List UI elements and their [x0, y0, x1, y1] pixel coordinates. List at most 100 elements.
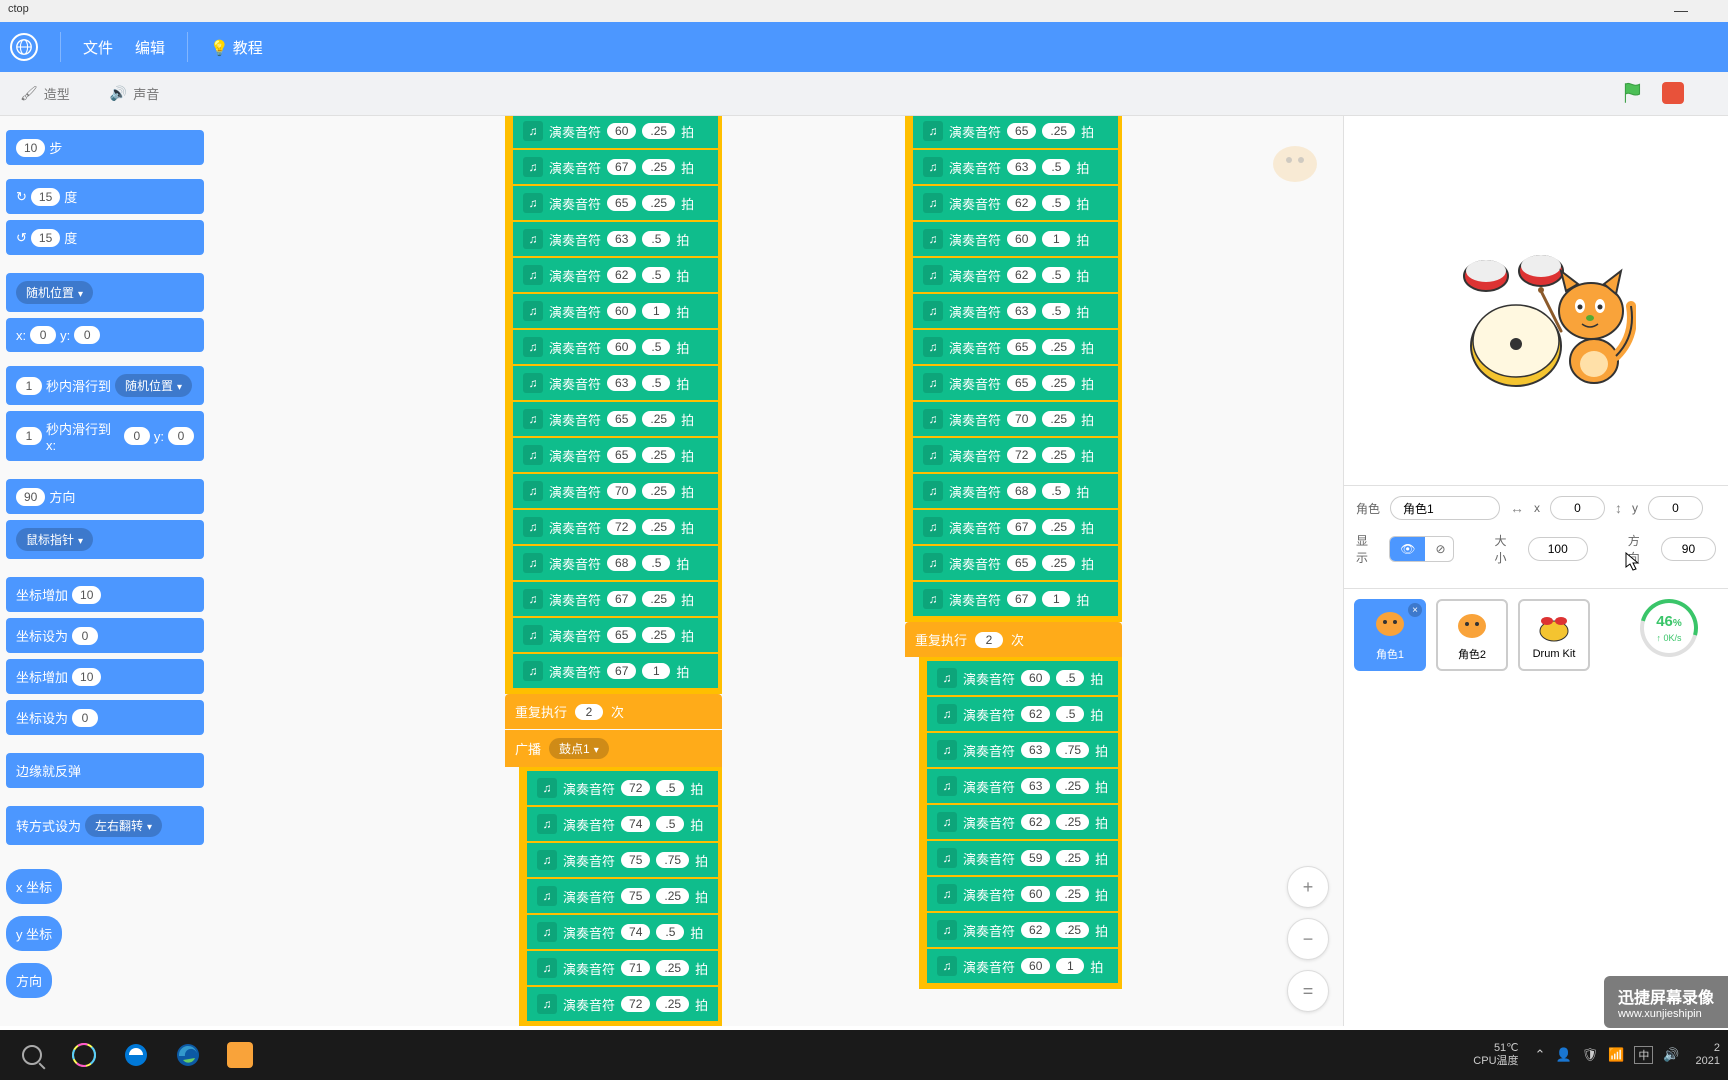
taskbar-scratch[interactable] [216, 1034, 264, 1076]
sprite-direction-input[interactable] [1661, 537, 1716, 561]
system-tray[interactable]: ⌃ 👤 🛡 📶 中 🔊 [1535, 1046, 1680, 1064]
sprite-item-3[interactable]: Drum Kit [1518, 599, 1590, 671]
taskbar-search[interactable] [8, 1034, 56, 1076]
sprite-item-1[interactable]: × 角色1 [1354, 599, 1426, 671]
block-change-x[interactable]: 坐标增加10 [6, 577, 204, 612]
play-note-block[interactable]: ♫ 演奏音符 65 .25 拍 [513, 402, 718, 436]
script-stack-2[interactable]: ♫ 演奏音符 65 .25 拍 ♫ 演奏音符 63 .5 拍 ♫ 演奏音符 62… [905, 116, 1122, 989]
play-note-block[interactable]: ♫ 演奏音符 65 .25 拍 [913, 546, 1118, 580]
play-note-block[interactable]: ♫ 演奏音符 75 .25 拍 [527, 879, 718, 913]
block-goto-random[interactable]: 随机位置 [6, 273, 204, 312]
play-note-block[interactable]: ♫ 演奏音符 70 .25 拍 [913, 402, 1118, 436]
sprite-item-2[interactable]: 角色2 [1436, 599, 1508, 671]
menu-tutorial[interactable]: 教程 [210, 37, 263, 58]
play-note-block[interactable]: ♫ 演奏音符 63 .5 拍 [513, 222, 718, 256]
sprite-y-input[interactable] [1648, 496, 1703, 520]
block-turn-left[interactable]: ↺15度 [6, 220, 204, 255]
globe-icon[interactable] [10, 33, 38, 61]
sprite-x-input[interactable] [1550, 496, 1605, 520]
play-note-block[interactable]: ♫ 演奏音符 62 .25 拍 [927, 805, 1118, 839]
sprite-size-input[interactable] [1528, 537, 1588, 561]
block-rotation-style[interactable]: 转方式设为左右翻转 [6, 806, 204, 845]
block-turn-right[interactable]: ↻15度 [6, 179, 204, 214]
play-note-block[interactable]: ♫ 演奏音符 60 .5 拍 [513, 330, 718, 364]
play-note-block[interactable]: ♫ 演奏音符 68 .5 拍 [913, 474, 1118, 508]
play-note-block[interactable]: ♫ 演奏音符 63 .75 拍 [927, 733, 1118, 767]
zoom-in-button[interactable]: + [1287, 866, 1329, 908]
hide-button[interactable]: ⊘ [1425, 537, 1454, 561]
play-note-block[interactable]: ♫ 演奏音符 68 .5 拍 [513, 546, 718, 580]
block-change-y[interactable]: 坐标增加10 [6, 659, 204, 694]
block-set-x[interactable]: 坐标设为0 [6, 618, 204, 653]
block-glide-random[interactable]: 1秒内滑行到随机位置 [6, 366, 204, 405]
play-note-block[interactable]: ♫ 演奏音符 63 .5 拍 [913, 294, 1118, 328]
play-note-block[interactable]: ♫ 演奏音符 67 1 拍 [513, 654, 718, 688]
play-note-block[interactable]: ♫ 演奏音符 63 .5 拍 [513, 366, 718, 400]
taskbar-edge[interactable] [164, 1034, 212, 1076]
play-note-block[interactable]: ♫ 演奏音符 60 .5 拍 [927, 661, 1118, 695]
stop-button[interactable] [1662, 82, 1684, 104]
reporter-x-position[interactable]: x 坐标 [6, 869, 62, 904]
reporter-direction[interactable]: 方向 [6, 963, 52, 998]
tray-shield-icon[interactable]: 🛡 [1582, 1047, 1599, 1063]
script-stack-1[interactable]: ♫ 演奏音符 60 .25 拍 ♫ 演奏音符 67 .25 拍 ♫ 演奏音符 6… [505, 116, 722, 1026]
play-note-block[interactable]: ♫ 演奏音符 60 1 拍 [927, 949, 1118, 983]
play-note-block[interactable]: ♫ 演奏音符 71 .25 拍 [527, 951, 718, 985]
taskbar-app-1[interactable] [60, 1034, 108, 1076]
sprite-name-input[interactable] [1390, 496, 1500, 520]
menu-edit[interactable]: 编辑 [135, 37, 165, 58]
zoom-out-button[interactable]: − [1287, 918, 1329, 960]
play-note-block[interactable]: ♫ 演奏音符 67 .25 拍 [913, 510, 1118, 544]
show-button[interactable]: 👁 [1390, 537, 1425, 561]
play-note-block[interactable]: ♫ 演奏音符 70 .25 拍 [513, 474, 718, 508]
play-note-block[interactable]: ♫ 演奏音符 72 .5 拍 [527, 771, 718, 805]
broadcast-block[interactable]: 广播鼓点1 [505, 730, 722, 767]
tab-sounds[interactable]: 🔊声音 [90, 74, 179, 113]
workspace[interactable]: ♫ 演奏音符 60 .25 拍 ♫ 演奏音符 67 .25 拍 ♫ 演奏音符 6… [215, 116, 1343, 1026]
repeat-block-2[interactable]: 重复执行2次 [905, 622, 1122, 657]
play-note-block[interactable]: ♫ 演奏音符 60 1 拍 [513, 294, 718, 328]
repeat-block[interactable]: 重复执行2次 [505, 694, 722, 729]
play-note-block[interactable]: ♫ 演奏音符 63 .25 拍 [927, 769, 1118, 803]
play-note-block[interactable]: ♫ 演奏音符 59 .25 拍 [927, 841, 1118, 875]
play-note-block[interactable]: ♫ 演奏音符 65 .25 拍 [513, 438, 718, 472]
block-point-towards[interactable]: 鼠标指针 [6, 520, 204, 559]
play-note-block[interactable]: ♫ 演奏音符 62 .25 拍 [927, 913, 1118, 947]
sprite-cat-drums[interactable] [1446, 216, 1626, 386]
play-note-block[interactable]: ♫ 演奏音符 62 .5 拍 [927, 697, 1118, 731]
play-note-block[interactable]: ♫ 演奏音符 65 .25 拍 [513, 186, 718, 220]
play-note-block[interactable]: ♫ 演奏音符 67 1 拍 [913, 582, 1118, 616]
play-note-block[interactable]: ♫ 演奏音符 72 .25 拍 [527, 987, 718, 1021]
zoom-reset-button[interactable]: = [1287, 970, 1329, 1012]
tab-costumes[interactable]: 🖌造型 [0, 74, 90, 113]
block-glide-xy[interactable]: 1秒内滑行到 x:0y:0 [6, 411, 204, 461]
play-note-block[interactable]: ♫ 演奏音符 67 .25 拍 [513, 150, 718, 184]
block-bounce[interactable]: 边缘就反弹 [6, 753, 204, 788]
play-note-block[interactable]: ♫ 演奏音符 60 1 拍 [913, 222, 1118, 256]
play-note-block[interactable]: ♫ 演奏音符 60 .25 拍 [513, 116, 718, 148]
play-note-block[interactable]: ♫ 演奏音符 74 .5 拍 [527, 807, 718, 841]
play-note-block[interactable]: ♫ 演奏音符 65 .25 拍 [513, 618, 718, 652]
play-note-block[interactable]: ♫ 演奏音符 75 .75 拍 [527, 843, 718, 877]
tray-volume-icon[interactable]: 🔊 [1663, 1047, 1679, 1063]
tray-wifi-icon[interactable]: 📶 [1608, 1047, 1624, 1063]
play-note-block[interactable]: ♫ 演奏音符 65 .25 拍 [913, 366, 1118, 400]
taskbar-clock[interactable]: 22021 [1696, 1042, 1720, 1068]
play-note-block[interactable]: ♫ 演奏音符 74 .5 拍 [527, 915, 718, 949]
play-note-block[interactable]: ♫ 演奏音符 60 .25 拍 [927, 877, 1118, 911]
play-note-block[interactable]: ♫ 演奏音符 62 .5 拍 [913, 186, 1118, 220]
play-note-block[interactable]: ♫ 演奏音符 72 .25 拍 [913, 438, 1118, 472]
taskbar-edge-legacy[interactable] [112, 1034, 160, 1076]
block-set-y[interactable]: 坐标设为0 [6, 700, 204, 735]
block-move-steps[interactable]: 10步 [6, 130, 204, 165]
tray-ime[interactable]: 中 [1634, 1046, 1653, 1064]
play-note-block[interactable]: ♫ 演奏音符 65 .25 拍 [913, 116, 1118, 148]
play-note-block[interactable]: ♫ 演奏音符 62 .5 拍 [513, 258, 718, 292]
tray-up-icon[interactable]: ⌃ [1535, 1047, 1546, 1063]
cpu-temp[interactable]: 51℃CPU温度 [1473, 1042, 1518, 1068]
reporter-y-position[interactable]: y 坐标 [6, 916, 62, 951]
tray-person-icon[interactable]: 👤 [1555, 1047, 1571, 1063]
play-note-block[interactable]: ♫ 演奏音符 63 .5 拍 [913, 150, 1118, 184]
minimize-icon[interactable]: — [1674, 2, 1688, 18]
close-icon[interactable]: × [1408, 603, 1422, 617]
